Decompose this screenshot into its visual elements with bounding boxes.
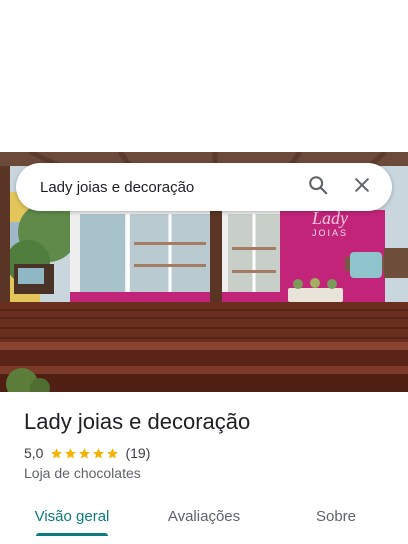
star-icon — [79, 447, 91, 459]
search-input[interactable]: Lady joias e decoração — [40, 179, 292, 196]
rating-row[interactable]: 5,0 (19) — [24, 444, 150, 462]
place-title: Lady joias e decoração — [24, 409, 251, 434]
search-bar[interactable]: Lady joias e decoração — [16, 163, 392, 211]
star-icon — [65, 447, 77, 459]
star-icon — [51, 447, 63, 459]
star-icon — [107, 447, 119, 459]
rating-value: 5,0 — [24, 445, 44, 461]
tab-about[interactable]: Sobre — [296, 496, 376, 536]
review-count: (19) — [125, 445, 151, 461]
active-tab-indicator — [36, 533, 108, 536]
star-icon — [93, 447, 105, 459]
close-button[interactable] — [344, 169, 380, 205]
close-icon — [352, 175, 372, 200]
sign-text: JOIAS — [312, 228, 348, 238]
tab-reviews[interactable]: Avaliações — [152, 496, 256, 536]
search-icon — [307, 174, 329, 201]
search-button[interactable] — [300, 169, 336, 205]
sign-logo: Lady — [311, 208, 348, 228]
tab-overview[interactable]: Visão geral — [24, 496, 120, 536]
rating-stars — [50, 447, 120, 460]
tab-bar: Visão geral Avaliações Sobre — [0, 496, 408, 544]
place-category[interactable]: Loja de chocolates — [24, 465, 141, 481]
